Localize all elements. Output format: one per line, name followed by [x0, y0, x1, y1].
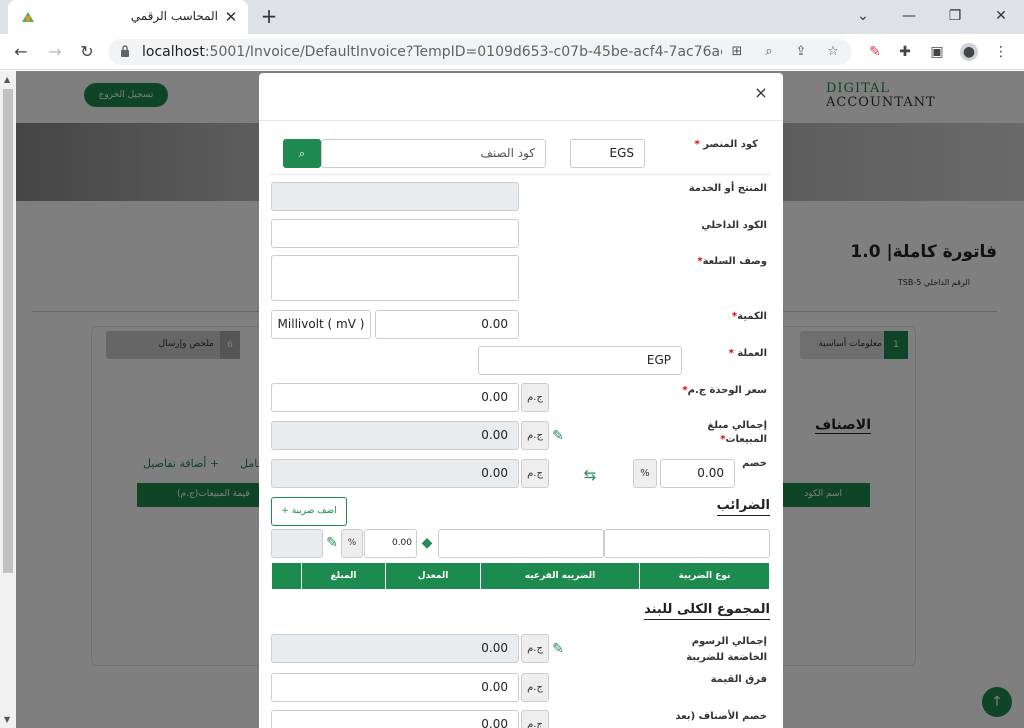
edit-total-sales-icon[interactable]: ✎	[550, 428, 566, 444]
search-button[interactable]: ⌕	[283, 139, 321, 168]
taxable-fees-field: 0.00	[271, 634, 519, 663]
item-desc-textarea[interactable]	[271, 255, 519, 301]
product-service-label: المنتج أو الخدمة	[688, 183, 767, 194]
chevron-down-icon[interactable]: ⌄	[852, 6, 874, 26]
eraser-icon[interactable]: ◆	[419, 535, 435, 551]
items-discount-label: خصم الأصناف (بعد	[675, 711, 767, 722]
tax-subtype-select[interactable]	[438, 529, 604, 558]
favicon-icon	[22, 12, 34, 22]
url-text: localhost:5001/Invoice/DefaultInvoice?Te…	[142, 44, 722, 60]
unit-price-input[interactable]: 0.00	[271, 383, 519, 412]
items-discount-currency: ج.م	[521, 710, 549, 728]
tax-col-subtype: الضريبه الفرعيه	[480, 563, 639, 589]
sidepanel-icon[interactable]: ▣	[928, 43, 946, 61]
taxable-fees-currency: ج.م	[521, 634, 549, 663]
browser-toolbar: ← → ↻ localhost:5001/Invoice/DefaultInvo…	[0, 34, 1024, 70]
menu-icon[interactable]: ⋮	[992, 43, 1010, 61]
swap-icon[interactable]: ⇆	[582, 467, 598, 483]
tax-percent-sign: %	[341, 529, 363, 558]
add-tax-button[interactable]: + اضف ضريبة	[271, 497, 347, 526]
address-bar[interactable]: localhost:5001/Invoice/DefaultInvoice?Te…	[108, 39, 852, 65]
unit-price-currency: ج.م	[521, 383, 549, 412]
browser-tab[interactable]: المحاسب الرقمي ✕	[8, 0, 248, 34]
forward-icon[interactable]: →	[44, 41, 66, 63]
product-code-input[interactable]: كود الصنف	[321, 139, 546, 168]
value-diff-currency: ج.م	[521, 673, 549, 702]
tax-col-amount: المبلغ	[301, 563, 385, 589]
tax-col-rate: المعدل	[385, 563, 480, 589]
discount-currency: ج.م	[521, 459, 549, 488]
total-sales-label: إجمالي مبلغ المبيعات*	[707, 420, 767, 445]
value-diff-input[interactable]: 0.00	[271, 673, 519, 702]
items-discount-input[interactable]: 0.00	[271, 710, 519, 728]
translate-icon[interactable]: ⊞	[728, 43, 746, 61]
page-scrollbar[interactable]: ▲ ▼	[0, 71, 16, 728]
item-desc-label: وصف السلعة*	[697, 256, 767, 267]
scroll-up-icon[interactable]: ▲	[4, 75, 10, 84]
quantity-label: الكمية*	[731, 311, 767, 322]
item-total-heading: المجموع الكلى للبند	[644, 602, 770, 620]
window-close-icon[interactable]: ✕	[990, 6, 1012, 26]
internal-code-label: الكود الداخلي	[701, 220, 767, 231]
scrollbar-thumb[interactable]	[3, 89, 13, 573]
discount-percent-sign: %	[633, 459, 657, 488]
modal-header-divider	[259, 120, 783, 121]
profile-icon[interactable]: ●	[960, 43, 978, 61]
edit-taxable-fees-icon[interactable]: ✎	[550, 641, 566, 657]
total-sales-currency: ج.م	[521, 421, 549, 450]
product-service-field	[271, 182, 519, 211]
tax-amount-field	[271, 529, 323, 558]
section-divider	[271, 174, 771, 175]
zoom-icon[interactable]: ⌕	[760, 43, 778, 61]
edit-tax-icon[interactable]: ✎	[324, 535, 340, 551]
currency-select[interactable]: EGP	[478, 346, 682, 375]
lock-icon	[121, 45, 129, 57]
modal-close-icon[interactable]: ×	[753, 85, 769, 101]
discount-label: خصم	[742, 458, 767, 469]
total-sales-field: 0.00	[271, 421, 519, 450]
new-tab-button[interactable]: +	[258, 6, 280, 28]
unit-price-label: سعر الوحدة ج.م*	[682, 385, 767, 396]
tax-type-select[interactable]	[604, 529, 770, 558]
reload-icon[interactable]: ↻	[76, 41, 98, 63]
browser-tab-bar: المحاسب الرقمي ✕ + ⌄ — ❐ ✕	[0, 0, 1024, 34]
share-icon[interactable]: ⇪	[792, 43, 810, 61]
quantity-input[interactable]: 0.00	[375, 310, 519, 339]
tab-title: المحاسب الرقمي	[130, 9, 218, 23]
tax-rate-input[interactable]: 0.00	[364, 529, 417, 558]
item-modal: × كود المنصر * EGS كود الصنف ⌕ المنتج أو…	[259, 73, 783, 728]
minimize-icon[interactable]: —	[898, 6, 920, 26]
tax-col-type: نوع الضريبة	[639, 563, 769, 589]
taxes-heading: الضرائب	[716, 498, 770, 516]
item-code-type-field[interactable]: EGS	[570, 139, 645, 168]
search-icon: ⌕	[298, 147, 306, 160]
taxable-fees-label: إجمالي الرسوم الخاضعة للضريبة	[686, 636, 767, 663]
close-tab-icon[interactable]: ✕	[222, 8, 240, 26]
discount-amount-field: 0.00	[271, 459, 519, 488]
restore-icon[interactable]: ❐	[944, 6, 966, 26]
item-code-label: كود المنصر *	[694, 139, 758, 150]
back-icon[interactable]: ←	[10, 41, 32, 63]
extension-icon[interactable]: ✎	[866, 43, 884, 61]
internal-code-input[interactable]	[271, 219, 519, 248]
value-diff-label: فرق القيمة	[710, 674, 767, 685]
scroll-down-icon[interactable]: ▼	[4, 715, 10, 724]
star-icon[interactable]: ☆	[824, 43, 842, 61]
currency-label: العملة *	[728, 348, 767, 359]
discount-percent-input[interactable]: 0.00	[660, 459, 735, 488]
tax-col-actions	[271, 563, 301, 589]
page-viewport: ▲ ▼ DIGITAL ACCOUNTANT تسجيل الخروج فاتو…	[0, 71, 1024, 728]
unit-select[interactable]: Millivolt ( mV )	[271, 310, 371, 339]
puzzle-icon[interactable]: ✚	[896, 43, 914, 61]
